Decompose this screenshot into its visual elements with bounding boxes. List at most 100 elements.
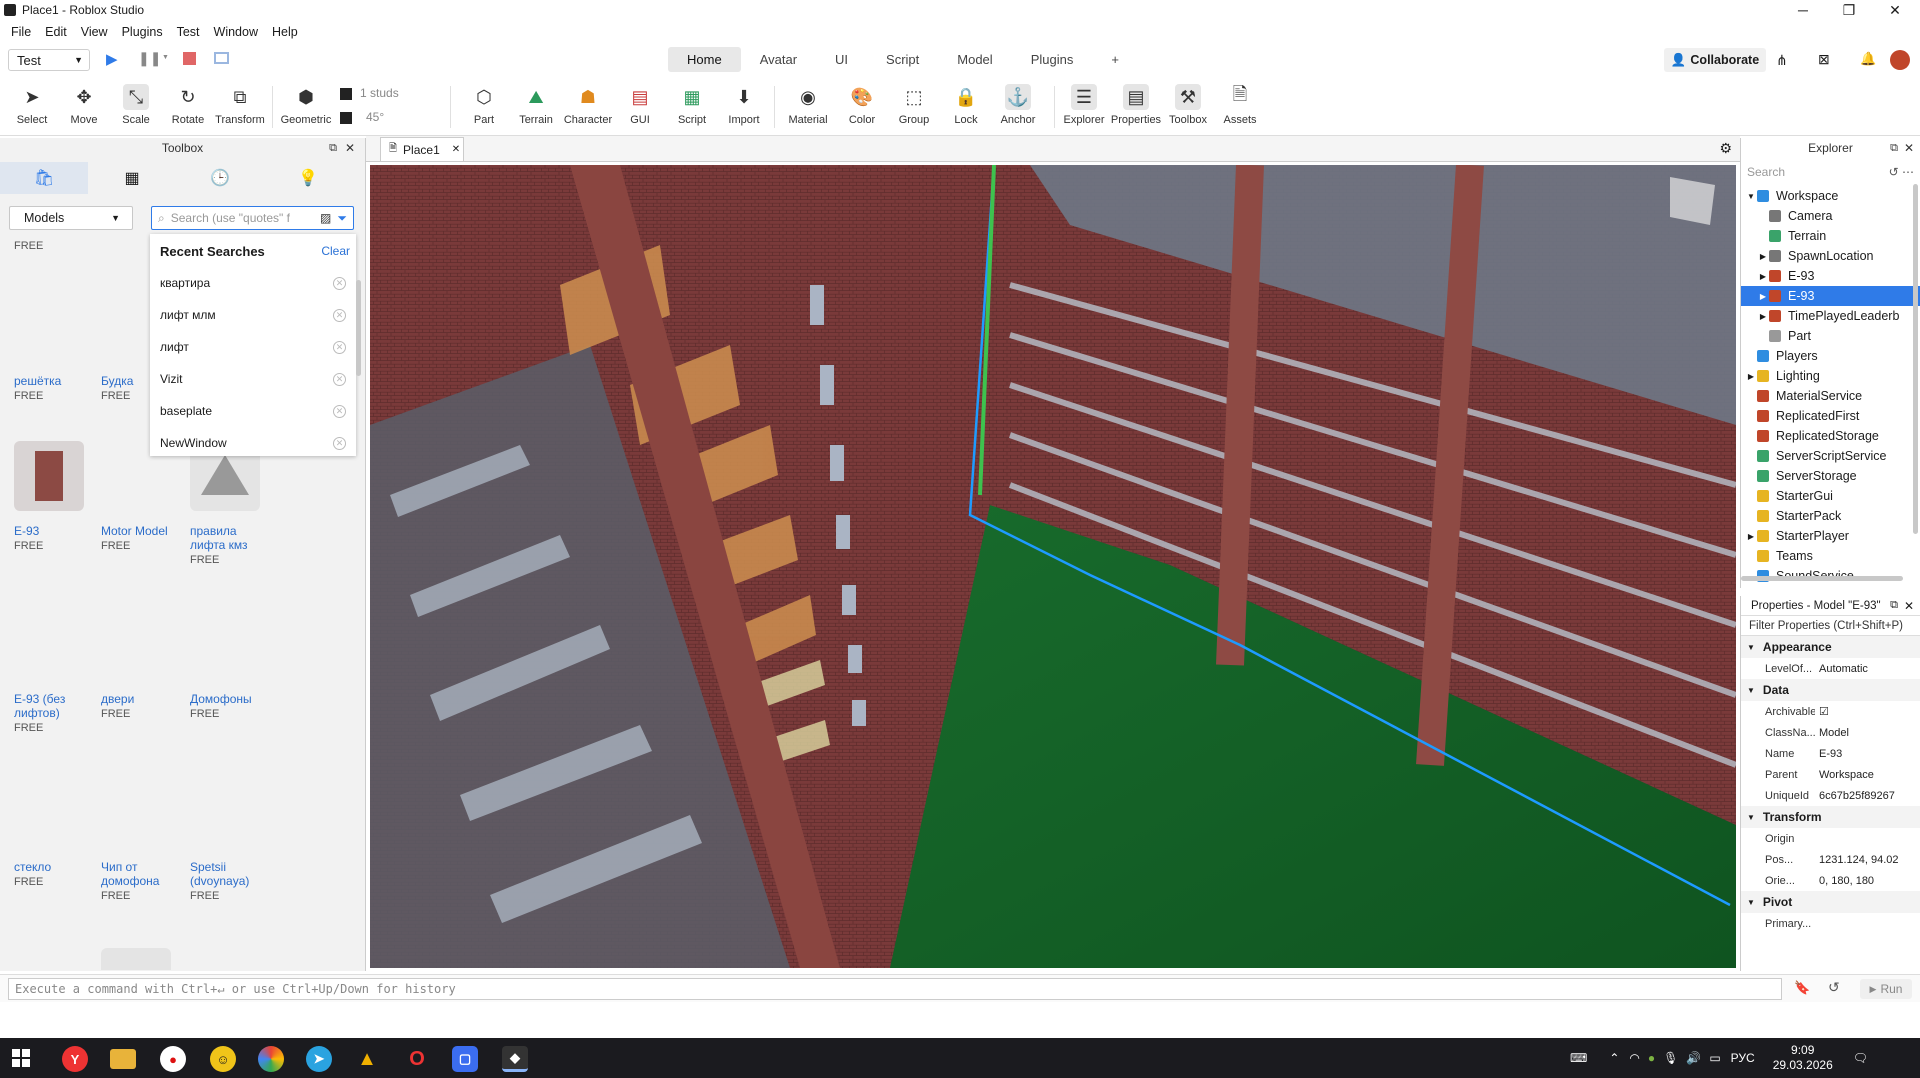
asset-card[interactable]: E-93 (без лифтов) FREE: [14, 692, 94, 734]
terrain-tool[interactable]: ⛰ Terrain: [510, 84, 562, 127]
recent-search-item[interactable]: лифт млм ✕: [150, 299, 356, 331]
recent-search-item[interactable]: лифт ✕: [150, 331, 356, 363]
remove-icon[interactable]: ✕: [333, 276, 346, 290]
asset-thumbnail[interactable]: [101, 948, 171, 970]
menu-plugins[interactable]: Plugins: [115, 25, 170, 39]
bookmark-icon[interactable]: 🔖: [1794, 980, 1810, 996]
property-value[interactable]: E-93: [1815, 748, 1920, 760]
popout-icon[interactable]: ⧉: [1890, 138, 1898, 158]
close-icon[interactable]: ✕: [1904, 138, 1914, 158]
property-row[interactable]: ClassNa... Model: [1741, 722, 1920, 743]
property-category[interactable]: ▼ Pivot: [1741, 891, 1920, 913]
stop-icon[interactable]: [183, 52, 196, 65]
explorer-item[interactable]: Camera: [1741, 206, 1920, 226]
property-category[interactable]: ▼ Appearance: [1741, 636, 1920, 658]
menu-help[interactable]: Help: [265, 25, 305, 39]
explorer-item[interactable]: ▶ TimePlayedLeaderb: [1741, 306, 1920, 326]
screen-icon[interactable]: [214, 52, 229, 64]
filter-properties-input[interactable]: Filter Properties (Ctrl+Shift+P): [1741, 616, 1920, 636]
maximize-icon[interactable]: ❐: [1826, 0, 1872, 20]
property-value[interactable]: 6c67b25f89267: [1815, 790, 1920, 802]
vertical-scrollbar[interactable]: [1913, 184, 1918, 534]
explorer-item[interactable]: ▶ StarterPlayer: [1741, 526, 1920, 546]
menu-edit[interactable]: Edit: [38, 25, 74, 39]
asset-name[interactable]: E-93 (без лифтов): [14, 692, 94, 720]
menu-window[interactable]: Window: [207, 25, 265, 39]
image-icon[interactable]: ▨: [320, 211, 331, 225]
part-tool[interactable]: ⬡ Part: [458, 84, 510, 127]
microphone-icon[interactable]: 🎙: [1663, 1051, 1678, 1065]
command-input[interactable]: Execute a command with Ctrl+↵ or use Ctr…: [8, 978, 1782, 1000]
chevron-right-icon[interactable]: ▶: [1745, 532, 1757, 541]
ime-icon[interactable]: ▭: [1709, 1051, 1720, 1065]
gear-icon[interactable]: ⚙: [1719, 140, 1732, 157]
chevron-right-icon[interactable]: ▶: [1757, 292, 1769, 301]
chevron-right-icon[interactable]: ▶: [1757, 312, 1769, 321]
run-button[interactable]: ▶ Run: [1860, 979, 1912, 999]
chevron-right-icon[interactable]: ▶: [1745, 372, 1757, 381]
wifi-icon[interactable]: ◠: [1629, 1051, 1639, 1065]
windows-start-icon[interactable]: [12, 1049, 30, 1067]
explorer-item[interactable]: ServerStorage: [1741, 466, 1920, 486]
explorer-item[interactable]: ▶ E-93: [1741, 286, 1920, 306]
property-category[interactable]: ▼ Data: [1741, 679, 1920, 701]
asset-card[interactable]: Motor Model FREE: [101, 524, 181, 552]
history-icon[interactable]: ↺: [1828, 979, 1840, 996]
explorer-item[interactable]: Teams: [1741, 546, 1920, 566]
explorer-item[interactable]: Terrain: [1741, 226, 1920, 246]
chevron-down-icon[interactable]: ▼: [1747, 686, 1755, 695]
chevron-down-icon[interactable]: ▼: [1747, 898, 1755, 907]
explorer-item[interactable]: ReplicatedStorage: [1741, 426, 1920, 446]
menu-test[interactable]: Test: [170, 25, 207, 39]
chat-app-icon[interactable]: ☺: [210, 1046, 236, 1072]
geometric-tool[interactable]: ⬢ Geometric: [280, 84, 332, 127]
close-icon[interactable]: ✕: [1904, 599, 1914, 613]
pause-icon[interactable]: ❚❚: [138, 50, 161, 67]
transform-tool[interactable]: ⧉ Transform: [214, 84, 266, 127]
tab-inventory[interactable]: ▦: [88, 162, 176, 194]
property-row[interactable]: UniqueId 6c67b25f89267: [1741, 785, 1920, 806]
property-row[interactable]: Pos... 1231.124, 94.02: [1741, 849, 1920, 870]
import-tool[interactable]: ⬇ Import: [718, 84, 770, 127]
asset-card[interactable]: Spetsii (dvoynaya) FREE: [190, 860, 270, 902]
explorer-item[interactable]: ▶ E-93: [1741, 266, 1920, 286]
explorer-item[interactable]: StarterPack: [1741, 506, 1920, 526]
yandex-browser-icon[interactable]: Y: [62, 1046, 88, 1072]
close-icon[interactable]: ✕: [345, 138, 355, 158]
script-tool[interactable]: ▦ Script: [666, 84, 718, 127]
assets-toggle[interactable]: 🗎 Assets: [1214, 84, 1266, 126]
horizontal-scrollbar[interactable]: [1741, 576, 1903, 581]
bell-icon[interactable]: 🔔: [1860, 51, 1876, 67]
gui-tool[interactable]: ▤ GUI: [614, 84, 666, 127]
record-icon[interactable]: ●: [160, 1046, 186, 1072]
menu-file[interactable]: File: [4, 25, 38, 39]
explorer-item[interactable]: Players: [1741, 346, 1920, 366]
asset-name[interactable]: правила лифта кмз: [190, 524, 270, 552]
tab-plugins[interactable]: Plugins: [1012, 47, 1093, 72]
clear-button[interactable]: Clear: [321, 244, 350, 259]
play-icon[interactable]: ▶: [106, 50, 118, 68]
anchor-tool[interactable]: ⚓ Anchor: [992, 84, 1044, 126]
rotate-tool[interactable]: ↻ Rotate: [162, 84, 214, 127]
test-mode-dropdown[interactable]: Test ▼: [8, 49, 90, 71]
property-row[interactable]: Parent Workspace: [1741, 764, 1920, 785]
tab-place1[interactable]: 🗎 Place1 ✕: [380, 137, 464, 161]
chevron-right-icon[interactable]: ▶: [1757, 252, 1769, 261]
telegram-icon[interactable]: ➤: [306, 1046, 332, 1072]
property-value[interactable]: Automatic: [1815, 663, 1920, 675]
minimize-icon[interactable]: ─: [1780, 0, 1826, 20]
asset-card[interactable]: Чип от домофона FREE: [101, 860, 181, 902]
language-indicator[interactable]: РУС: [1731, 1051, 1755, 1065]
explorer-item[interactable]: ServerScriptService: [1741, 446, 1920, 466]
property-row[interactable]: Archivable ☑: [1741, 701, 1920, 722]
tab-script[interactable]: Script: [867, 47, 938, 72]
asset-thumbnail[interactable]: [14, 441, 84, 511]
chrome-icon[interactable]: [258, 1046, 284, 1072]
chevron-down-icon[interactable]: ▼: [1747, 813, 1755, 822]
color-tool[interactable]: 🎨 Color: [836, 84, 888, 127]
file-explorer-icon[interactable]: [110, 1049, 136, 1069]
move-tool[interactable]: ✥ Move: [58, 84, 110, 127]
tab-marketplace[interactable]: 🛍: [0, 162, 88, 194]
asset-card[interactable]: решётка FREE: [14, 374, 94, 402]
filter-icon[interactable]: ⏷: [337, 211, 347, 226]
